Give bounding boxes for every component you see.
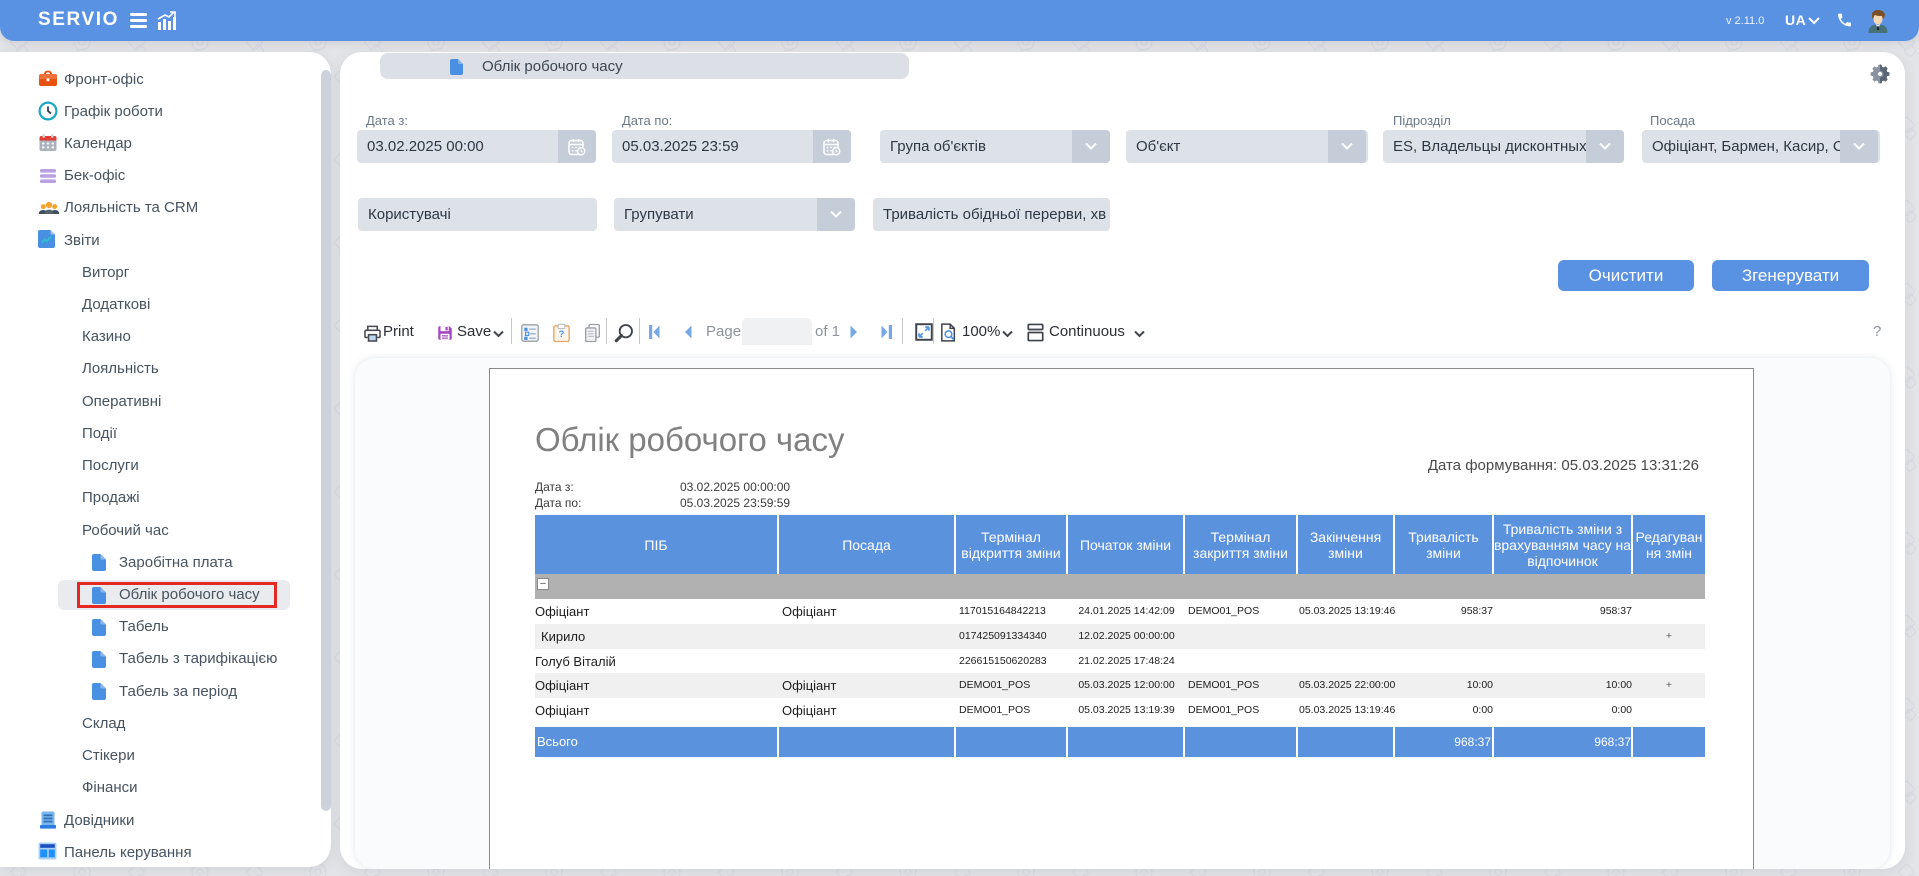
svg-text:?: ? [559,329,565,339]
